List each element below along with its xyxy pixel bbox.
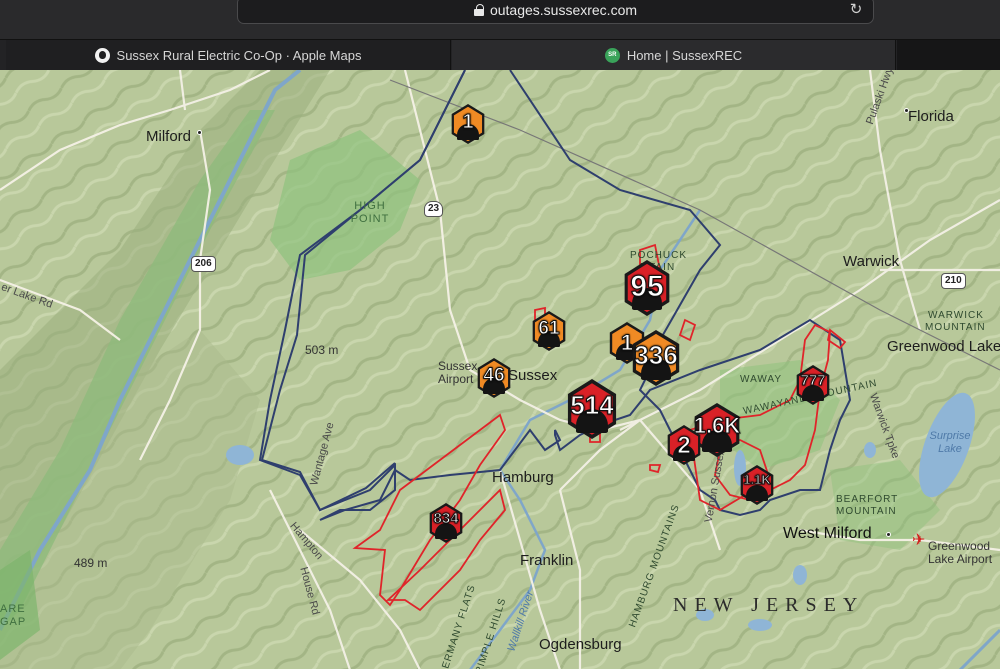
label-west-milford: West Milford (783, 525, 872, 542)
outage-marker[interactable]: 834 (427, 503, 465, 543)
outage-map[interactable]: Milford Florida Warwick Greenwood Lake S… (0, 70, 1000, 669)
label-wawayanda: WAWAY (740, 374, 783, 385)
label-hamburg: Hamburg (492, 469, 554, 486)
tab-strip: Sussex Rural Electric Co-Op · Apple Maps… (0, 39, 1000, 71)
url-text: outages.sussexrec.com (489, 2, 638, 18)
label-greenwood-lake: Greenwood Lake (887, 338, 1000, 355)
label-milford: Milford (146, 128, 192, 145)
tab-title: Home | SussexREC (626, 48, 743, 63)
people-icon (746, 485, 768, 501)
label-florida: Florida (908, 108, 954, 125)
airport-icon: ✈ (912, 532, 926, 549)
route-shield-210: 210 (941, 273, 966, 289)
place-dot (197, 130, 202, 135)
tab-strip-empty (897, 40, 1000, 71)
label-sussex: Sussex (508, 367, 558, 384)
label-state: NEW JERSEY (673, 594, 865, 616)
outage-marker[interactable]: 777 (794, 365, 832, 405)
route-shield-23: 23 (424, 201, 444, 217)
label-gap: ARE GAP (0, 603, 27, 628)
place-dot (904, 108, 909, 113)
label-warwick-mountain-2: MOUNTAIN (925, 322, 986, 333)
reload-icon[interactable]: ↻ (847, 1, 865, 19)
browser-chrome: outages.sussexrec.com ↻ Sussex Rural Ele… (0, 0, 1000, 71)
route-shield-206: 206 (191, 256, 216, 272)
place-dot (886, 532, 891, 537)
lock-icon (473, 4, 484, 16)
sussexrec-icon: SR (604, 48, 620, 63)
tab-apple-maps[interactable]: Sussex Rural Electric Co-Op · Apple Maps (6, 40, 451, 71)
label-elevation-489: 489 m (74, 556, 108, 570)
outage-marker[interactable]: 46 (475, 358, 513, 398)
label-ogdensburg: Ogdensburg (539, 636, 622, 653)
tab-title: Sussex Rural Electric Co-Op · Apple Maps (116, 48, 362, 63)
outage-marker[interactable]: 514 (564, 379, 620, 439)
address-bar[interactable]: outages.sussexrec.com ↻ (237, 0, 874, 24)
label-high-point: HIGH POINT (350, 200, 390, 225)
outage-marker[interactable]: 95 (621, 260, 673, 316)
apple-icon (94, 48, 110, 63)
outage-marker[interactable]: 1.1K (738, 465, 776, 505)
label-warwick: Warwick (843, 253, 900, 270)
outage-marker[interactable]: 1 (449, 104, 487, 144)
label-greenwood-lake-airport: Greenwood Lake Airport (928, 539, 993, 566)
label-franklin: Franklin (520, 552, 574, 569)
label-elevation-503: 503 m (305, 343, 339, 357)
label-warwick-mountain-1: WARWICK (928, 310, 984, 321)
label-bearfort-mountain: BEARFORT MOUNTAIN (836, 494, 899, 517)
outage-marker[interactable]: 336 (629, 330, 683, 386)
outage-marker[interactable]: 2 (665, 425, 703, 465)
tab-sussexrec-home[interactable]: SR Home | SussexREC (452, 40, 896, 71)
outage-marker[interactable]: 61 (530, 311, 568, 351)
label-surprise-lake: Surprise Lake (929, 430, 971, 455)
